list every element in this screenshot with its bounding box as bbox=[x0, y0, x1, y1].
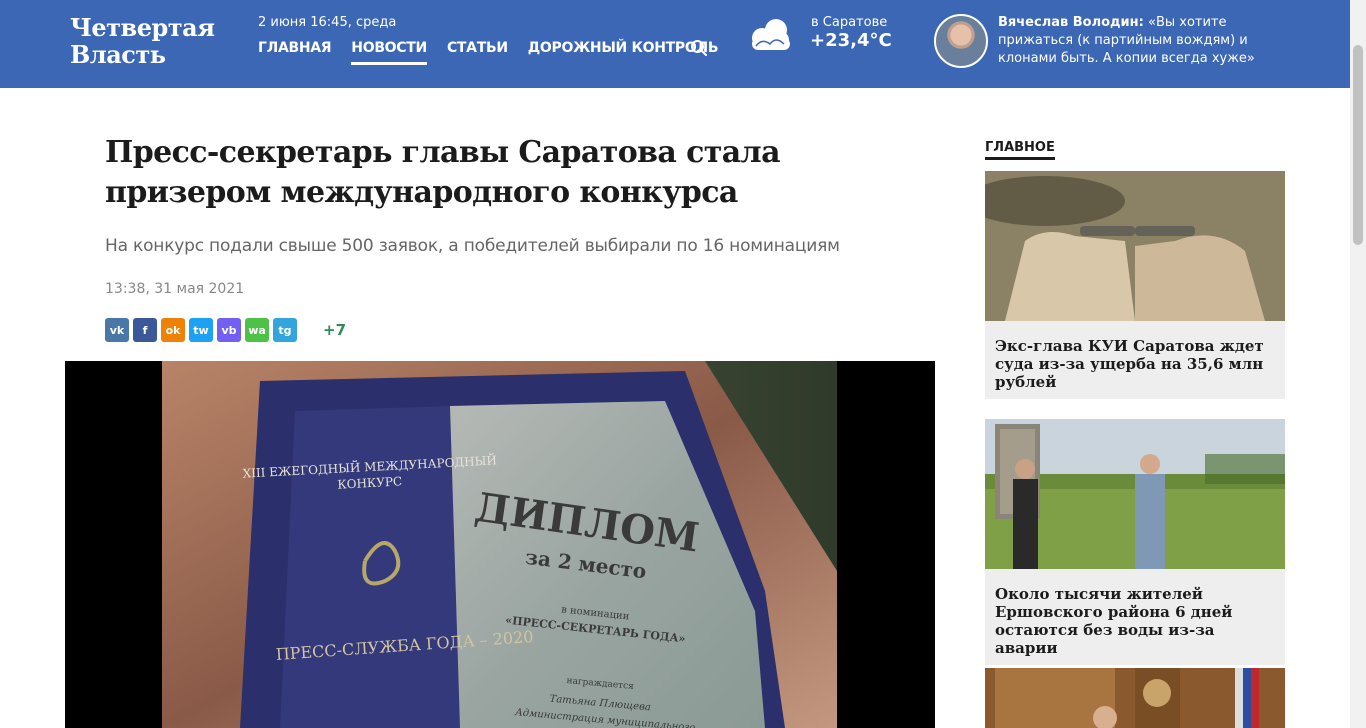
logo-line2: Власть bbox=[70, 40, 166, 69]
site-logo[interactable]: Четвертая Власть bbox=[70, 13, 215, 69]
search-icon[interactable] bbox=[690, 39, 708, 57]
viber-icon[interactable]: vb bbox=[217, 318, 241, 342]
article-date: 13:38, 31 мая 2021 bbox=[105, 281, 245, 297]
scrollbar[interactable] bbox=[1350, 0, 1366, 728]
card-title[interactable]: Около тысячи жителей Ершовского района 6… bbox=[985, 569, 1285, 665]
share-buttons: vk f ok tw vb wa tg +7 bbox=[105, 318, 346, 342]
weather-city: в Саратове bbox=[811, 15, 888, 30]
card-title[interactable]: Экс-глава КУИ Саратова ждет суда из-за у… bbox=[985, 321, 1285, 399]
sidebar-title: ГЛАВНОЕ bbox=[985, 140, 1055, 160]
sidebar-card[interactable] bbox=[985, 668, 1285, 728]
diploma-photo: XIII ЕЖЕГОДНЫЙ МЕЖДУНАРОДНЫЙ КОНКУРС ПРЕ… bbox=[162, 361, 837, 728]
facebook-icon[interactable]: f bbox=[133, 318, 157, 342]
article-title: Пресс-секретарь главы Саратова стала при… bbox=[105, 135, 781, 210]
article-subtitle: На конкурс подали свыше 500 заявок, а по… bbox=[105, 236, 840, 256]
card-image bbox=[985, 419, 1285, 569]
twitter-icon[interactable]: tw bbox=[189, 318, 213, 342]
nav-articles[interactable]: СТАТЬИ bbox=[447, 40, 508, 65]
weather-temp: +23,4°C bbox=[810, 30, 892, 51]
card-image bbox=[985, 668, 1285, 728]
header-quote[interactable]: Вячеслав Володин: «Вы хотите прижаться (… bbox=[998, 14, 1298, 68]
header-date: 2 июня 16:45, среда bbox=[258, 15, 397, 30]
sidebar-card[interactable]: Около тысячи жителей Ершовского района 6… bbox=[985, 419, 1285, 665]
nav-news[interactable]: НОВОСТИ bbox=[351, 40, 427, 65]
odnoklassniki-icon[interactable]: ok bbox=[161, 318, 185, 342]
vk-icon[interactable]: vk bbox=[105, 318, 129, 342]
quote-author: Вячеслав Володин: bbox=[998, 15, 1144, 30]
card-image bbox=[985, 171, 1285, 321]
main-nav: ГЛАВНАЯ НОВОСТИ СТАТЬИ ДОРОЖНЫЙ КОНТРОЛЬ bbox=[258, 40, 719, 65]
share-more[interactable]: +7 bbox=[323, 321, 346, 339]
article-hero-image: XIII ЕЖЕГОДНЫЙ МЕЖДУНАРОДНЫЙ КОНКУРС ПРЕ… bbox=[65, 361, 935, 728]
telegram-icon[interactable]: tg bbox=[273, 318, 297, 342]
nav-home[interactable]: ГЛАВНАЯ bbox=[258, 40, 332, 65]
sidebar-card[interactable]: Экс-глава КУИ Саратова ждет суда из-за у… bbox=[985, 171, 1285, 399]
whatsapp-icon[interactable]: wa bbox=[245, 318, 269, 342]
site-header: Четвертая Власть 2 июня 16:45, среда ГЛА… bbox=[0, 0, 1350, 88]
cloud-icon bbox=[752, 19, 790, 50]
avatar[interactable] bbox=[934, 14, 988, 68]
scrollbar-thumb[interactable] bbox=[1353, 45, 1363, 245]
logo-line1: Четвертая bbox=[70, 13, 215, 42]
